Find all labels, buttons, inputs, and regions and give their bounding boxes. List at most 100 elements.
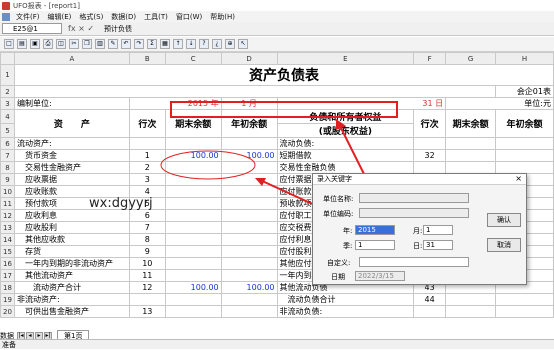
asset-name-cell[interactable]: 其他应收款 <box>13 233 130 246</box>
sort-asc-icon[interactable]: ↑ <box>173 39 183 49</box>
print-icon[interactable]: ⎙ <box>43 39 53 49</box>
col-header[interactable]: E <box>276 52 415 65</box>
date-day[interactable]: 31 日 <box>276 97 447 110</box>
header-row-no-2[interactable]: 行次 <box>413 109 447 138</box>
row-header[interactable]: 1 <box>0 64 15 86</box>
blank-cell[interactable] <box>13 85 497 98</box>
col-header[interactable]: C <box>164 52 222 65</box>
preview-icon[interactable]: ◫ <box>56 39 66 49</box>
row-no-cell[interactable]: 2 <box>128 161 166 174</box>
begin-balance-cell[interactable] <box>220 305 278 318</box>
header-begin-balance[interactable]: 年初余额 <box>220 109 278 138</box>
zoom-icon[interactable]: ⊕ <box>225 39 235 49</box>
row-no-cell[interactable]: 9 <box>128 245 166 258</box>
confirm-button[interactable]: 确认 <box>487 213 521 227</box>
row-no-2-cell[interactable] <box>413 305 447 318</box>
begin-balance-cell[interactable] <box>220 197 278 210</box>
sort-desc-icon[interactable]: ↓ <box>186 39 196 49</box>
menu-format[interactable]: 格式(S) <box>75 12 107 22</box>
end-balance-cell[interactable] <box>164 209 222 222</box>
end-balance-cell[interactable] <box>164 221 222 234</box>
begin-balance-2-cell[interactable] <box>495 305 554 318</box>
begin-balance-2-cell[interactable] <box>495 161 554 174</box>
unit-label[interactable]: 编制单位: <box>13 97 130 110</box>
menu-help[interactable]: 帮助(H) <box>206 12 239 22</box>
open-icon[interactable]: ▤ <box>17 39 27 49</box>
row-header[interactable]: 13 <box>0 221 15 234</box>
asset-name-cell[interactable]: 存货 <box>13 245 130 258</box>
unit-code-input[interactable] <box>359 208 469 218</box>
row-header[interactable]: 20 <box>0 305 15 318</box>
row-header[interactable]: 7 <box>0 149 15 162</box>
date-year[interactable]: 2015 年 <box>128 97 222 110</box>
asset-name-cell[interactable]: 应收股利 <box>13 221 130 234</box>
row-no-cell[interactable]: 13 <box>128 305 166 318</box>
end-balance-2-cell[interactable] <box>445 305 497 318</box>
quarter-input[interactable]: 1 <box>355 240 395 250</box>
row-no-cell[interactable]: 10 <box>128 257 166 270</box>
help-icon[interactable]: ? <box>199 39 209 49</box>
begin-balance-2-cell[interactable] <box>495 149 554 162</box>
end-balance-cell[interactable] <box>164 137 222 150</box>
row-header[interactable]: 15 <box>0 245 15 258</box>
row-header[interactable]: 11 <box>0 197 15 210</box>
formula-buttons[interactable]: fx × ✓ <box>68 24 94 33</box>
begin-balance-cell[interactable]: 100.00 <box>220 281 278 294</box>
year-input[interactable]: 2015 <box>355 225 395 235</box>
undo-icon[interactable]: ↶ <box>121 39 131 49</box>
date-input[interactable]: 2022/3/15 <box>355 271 405 281</box>
custom-input[interactable] <box>359 257 469 267</box>
begin-balance-cell[interactable] <box>220 161 278 174</box>
row-no-cell[interactable]: 12 <box>128 281 166 294</box>
row-header[interactable]: 14 <box>0 233 15 246</box>
end-balance-2-cell[interactable] <box>445 161 497 174</box>
row-header[interactable]: 5 <box>0 123 15 138</box>
end-balance-2-cell[interactable] <box>445 293 497 306</box>
row-no-cell[interactable] <box>128 293 166 306</box>
form-number[interactable]: 会企01表 <box>495 85 554 98</box>
asset-name-cell[interactable]: 非流动资产: <box>13 293 130 306</box>
question-icon[interactable]: ¿ <box>212 39 222 49</box>
end-balance-2-cell[interactable] <box>445 137 497 150</box>
unit-name-input[interactable] <box>359 193 469 203</box>
liability-name-cell[interactable]: 流动负债合计 <box>276 293 415 306</box>
date-month[interactable]: 1 月 <box>220 97 278 110</box>
row-no-cell[interactable]: 11 <box>128 269 166 282</box>
end-balance-cell[interactable] <box>164 245 222 258</box>
close-icon[interactable]: × <box>515 174 522 184</box>
cell-reference-box[interactable]: E25@1 <box>2 23 62 34</box>
cancel-button[interactable]: 取消 <box>487 238 521 252</box>
header-liability-sub[interactable]: (或股东权益) <box>276 123 415 138</box>
end-balance-cell[interactable] <box>164 269 222 282</box>
arrow-icon[interactable]: ↖ <box>238 39 248 49</box>
end-balance-cell[interactable] <box>164 173 222 186</box>
formula-value[interactable]: 预计负债 <box>104 24 132 34</box>
col-header[interactable]: F <box>413 52 447 65</box>
begin-balance-cell[interactable] <box>220 257 278 270</box>
header-row-no[interactable]: 行次 <box>128 109 166 138</box>
asset-name-cell[interactable]: 其他流动资产 <box>13 269 130 282</box>
col-header[interactable]: H <box>495 52 554 65</box>
begin-balance-cell[interactable] <box>220 269 278 282</box>
currency-unit[interactable]: 单位:元 <box>445 97 554 110</box>
begin-balance-cell[interactable] <box>220 173 278 186</box>
month-input[interactable]: 1 <box>423 225 453 235</box>
header-begin-balance-2[interactable]: 年初余额 <box>495 109 554 138</box>
end-balance-cell[interactable] <box>164 185 222 198</box>
header-liability[interactable]: 负债和所有者权益 <box>276 109 415 124</box>
sum-icon[interactable]: Σ <box>147 39 157 49</box>
header-asset[interactable]: 资 产 <box>13 109 130 138</box>
end-balance-cell[interactable] <box>164 161 222 174</box>
begin-balance-cell[interactable]: 100.00 <box>220 149 278 162</box>
menu-data[interactable]: 数据(D) <box>107 12 140 22</box>
row-header[interactable]: 2 <box>0 85 15 98</box>
redo-icon[interactable]: ↷ <box>134 39 144 49</box>
begin-balance-cell[interactable] <box>220 245 278 258</box>
asset-name-cell[interactable]: 货币资金 <box>13 149 130 162</box>
row-no-2-cell[interactable]: 44 <box>413 293 447 306</box>
end-balance-cell[interactable] <box>164 233 222 246</box>
row-header[interactable]: 16 <box>0 257 15 270</box>
row-no-2-cell[interactable] <box>413 137 447 150</box>
new-icon[interactable]: □ <box>4 39 14 49</box>
row-header[interactable]: 4 <box>0 109 15 124</box>
